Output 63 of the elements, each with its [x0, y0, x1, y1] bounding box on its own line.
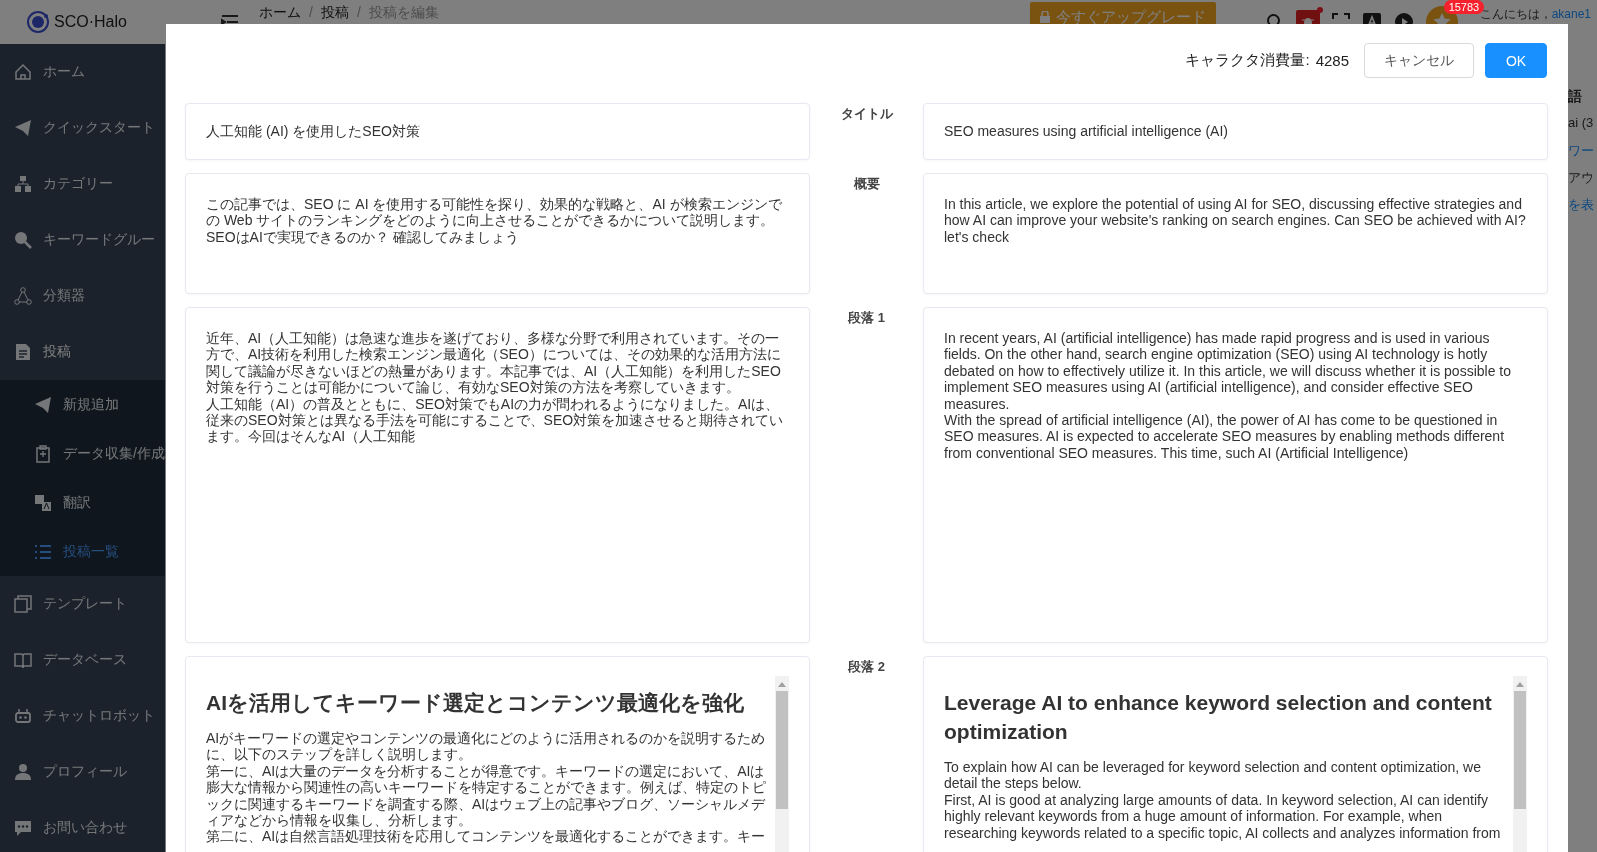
paragraph-text: この記事では、SEO に AI を使用する可能性を探り、効果的な戦略と、AI が検索エンジンでの Web サイトのランキングをどのように向上させることができるかについて説明します。: [206, 196, 783, 229]
sidebar-item[interactable]: テンプレート: [0, 576, 165, 632]
sidebar-item[interactable]: ホーム: [0, 44, 165, 100]
sidebar-item[interactable]: キーワードグルー: [0, 212, 165, 268]
paragraph-text: 近年、AI（人工知能）は急速な進歩を遂げており、多様な分野で利用されています。その一方で、AI技術を利用した検索エンジン最適化（SEO）については、その効果的な活用方法に関して議論が尽きないほどの熱量があります。本記事では、AI（人工知能）を利用したSEO対策を行うことは可能かについて論じ、有効なSEO対策の方法を考察していきます。: [206, 330, 782, 396]
sidebar-item[interactable]: 新規追加: [0, 380, 165, 429]
target-title-field[interactable]: SEO measures using artificial intelligence (AI): [923, 103, 1548, 160]
paragraph-text: To explain how AI can be leveraged for keyword selection and content optimization, we detail the steps below.: [944, 759, 1482, 792]
sidebar-item[interactable]: カテゴリー: [0, 156, 165, 212]
section-label: タイトル: [839, 105, 894, 123]
section-label: 段落 2: [847, 658, 886, 676]
paragraph-text: 人工知能（AI）の普及とともに、SEO対策でもAIの力が問われるようになりました。AIは、従来のSEO対策とは異なる手法を可能にすることで、SEO対策を加速させると期待されています。今回はそんなAI（人工知能: [206, 395, 785, 445]
usage-label: キャラクタ消費量:: [1185, 51, 1310, 70]
paragraph-text: With the spread of artificial intelligence (AI), the power of AI has come to be questioned in SEO measures. AI is expected to accelerate SEO measures by enabling methods different from conventional SEO measures. This time, such AI (Artificial Intelligence): [944, 412, 1506, 462]
scrollbar[interactable]: [1513, 676, 1527, 852]
link-text[interactable]: を表: [1568, 196, 1597, 212]
section-label: 段落 1: [847, 309, 886, 327]
paragraph-text: 人工知能 (AI) を使用したSEO対策: [206, 123, 420, 140]
source-title-field[interactable]: 人工知能 (AI) を使用したSEO対策: [185, 103, 810, 160]
scrollbar[interactable]: [775, 676, 789, 852]
target-text-field[interactable]: In this article, we explore the potential of using AI for SEO, discussing effective strategies and how AI can improve your website's ranking on search engines. Can SEO be achieved with AI? let's check: [923, 173, 1548, 294]
breadcrumb-separator: /: [356, 4, 361, 20]
logo-text: SCO·Halo: [54, 13, 127, 31]
paragraph-text: 第一に、AIは大量のデータを分析することが得意です。キーワードの選定において、AIは膨大な情報から関連性の高いキーワードを特定することができます。例えば、特定のトピックに関連するキーワードを調査する際、AIはウェブ上の記事やブログ、ソーシャルメディアなどから情報を収集し、分析します。: [206, 762, 767, 829]
paragraph-text: SEOはAIで実現できるのか？ 確認してみましょう: [206, 228, 520, 246]
breadcrumb-separator: /: [309, 4, 313, 20]
notification-badge: 15783: [1443, 0, 1485, 14]
sidebar-item[interactable]: チャットロボット: [0, 688, 165, 744]
source-text-field[interactable]: この記事では、SEO に AI を使用する可能性を探り、効果的な戦略と、AI が検索エンジンでの Web サイトのランキングをどのように向上させることができるかについて説明します。 SEOはAIで実現できるのか？ 確認してみましょう: [185, 173, 810, 294]
paragraph-text: In this article, we explore the potential of using AI for SEO, discussing effective strategies and how AI can improve your website's ranking on search engines. Can SEO be achieved with AI? let's check: [944, 196, 1527, 246]
label-text: アウ: [1568, 169, 1595, 185]
paragraph-text: First, AI is good at analyzing large amounts of data. In keyword selection, AI can identify highly relevant keywords from a huge amount of information. For example, when researching keywords related to a specific topic, AI collects and analyzes information from: [944, 791, 1502, 842]
sidebar-item[interactable]: 分類器: [0, 268, 165, 324]
sidebar-item[interactable]: 翻訳: [0, 478, 165, 527]
target-editor-field[interactable]: [923, 656, 1548, 852]
paragraph-text: AIがキーワードの選定やコンテンツの最適化にどのように活用されるのかを説明するために、以下のステップを詳しく説明します。: [206, 730, 767, 763]
cancel-button[interactable]: キャンセル: [1364, 43, 1474, 78]
sidebar-item[interactable]: プロフィール: [0, 744, 165, 800]
username-link[interactable]: akane1: [1551, 7, 1591, 21]
link-text[interactable]: ワー: [1568, 142, 1597, 158]
source-editor-field[interactable]: [185, 656, 810, 852]
notification-dot: [1316, 7, 1323, 13]
logo-icon: [26, 10, 50, 34]
sidebar-item[interactable]: お問い合わせ: [0, 800, 165, 852]
article-heading: AIを活用してキーワード選定とコンテンツ最適化を強化: [206, 690, 745, 716]
target-text-field[interactable]: [923, 307, 1548, 643]
sidebar-item[interactable]: 投稿一覧: [0, 527, 165, 576]
sidebar-item[interactable]: データ収集/作成: [0, 429, 165, 478]
usage-value: 4285: [1315, 52, 1349, 69]
source-text-field[interactable]: [185, 307, 810, 643]
heading-text: 語: [1568, 88, 1583, 104]
sidebar-item[interactable]: 投稿: [0, 324, 165, 380]
section-label: 概要: [852, 175, 881, 193]
paragraph-text: SEO measures using artificial intelligence (AI): [944, 123, 1228, 140]
sidebar-item[interactable]: データベース: [0, 632, 165, 688]
sidebar-item[interactable]: クイックスタート: [0, 100, 165, 156]
breadcrumb-item[interactable]: ホーム: [259, 4, 301, 20]
paragraph-text: In recent years, AI (artificial intelligence) has made rapid progress and is used in various fields. On the other hand, search engine optimization (SEO) using AI technology is hotly debated on how to effectively utilize it. In this article, we will discuss whether it is possible to implement SEO measures using AI (artificial intelligence), and consider effective SEO measures.: [944, 330, 1512, 413]
label-text: ai (3: [1568, 115, 1595, 131]
breadcrumb-item[interactable]: 投稿: [320, 4, 349, 20]
article-heading: Leverage AI to enhance keyword selection and content optimization: [944, 690, 1493, 745]
ok-button[interactable]: OK: [1485, 43, 1547, 78]
paragraph-text: 第二に、AIは自然言語処理技術を応用してコンテンツを最適化することができます。キー: [206, 828, 767, 845]
